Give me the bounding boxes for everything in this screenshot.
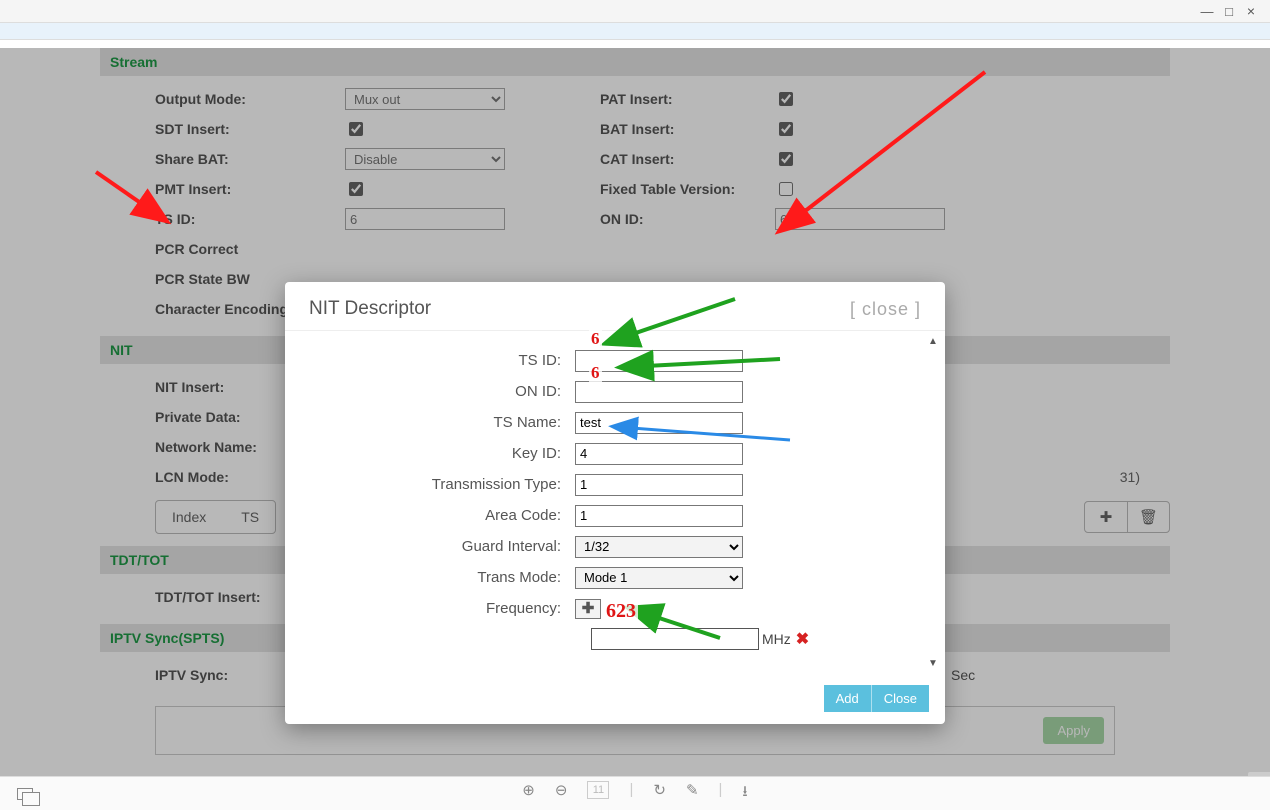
modal-on-id-label: ON ID: <box>315 383 575 400</box>
modal-freq-unit: MHz <box>762 631 791 647</box>
modal-close-button[interactable]: Close <box>871 685 929 712</box>
modal-trans-mode-label: Trans Mode: <box>315 569 575 586</box>
window-minimize-icon[interactable]: — <box>1196 4 1218 19</box>
nit-descriptor-modal: NIT Descriptor [ close ] TS ID: ON ID: T… <box>285 282 945 724</box>
modal-close-link[interactable]: [ close ] <box>850 299 921 320</box>
zoom-out-icon[interactable]: ⊖ <box>555 781 568 806</box>
edit-icon[interactable]: ✎ <box>686 781 699 806</box>
modal-ts-name-label: TS Name: <box>315 414 575 431</box>
modal-key-id-label: Key ID: <box>315 445 575 462</box>
modal-ts-id-label: TS ID: <box>315 352 575 369</box>
content-area: Stream Output Mode: Mux out PAT Insert: … <box>0 48 1270 784</box>
modal-title: NIT Descriptor <box>309 298 431 320</box>
scroll-down-icon[interactable]: ▼ <box>927 659 939 671</box>
modal-trans-type-input[interactable] <box>575 474 743 496</box>
window-titlebar: — □ × <box>0 0 1270 22</box>
scroll-up-icon[interactable]: ▲ <box>927 337 939 349</box>
modal-on-id-input[interactable] <box>575 381 743 403</box>
modal-key-id-input[interactable] <box>575 443 743 465</box>
download-icon[interactable]: ⭳ <box>742 781 747 806</box>
window-close-icon[interactable]: × <box>1240 3 1262 19</box>
reload-icon[interactable]: ↻ <box>653 781 666 806</box>
modal-add-button[interactable]: Add <box>824 685 871 712</box>
tab-strip <box>0 22 1270 40</box>
modal-trans-mode-select[interactable]: Mode 1 <box>575 567 743 589</box>
modal-scrollbar[interactable]: ▲ ▼ <box>927 337 939 671</box>
toolbar-separator: | <box>629 781 633 806</box>
zoom-in-icon[interactable]: ⊕ <box>522 781 535 806</box>
modal-guard-select[interactable]: 1/32 <box>575 536 743 558</box>
modal-freq-label: Frequency: <box>315 600 575 617</box>
modal-guard-label: Guard Interval: <box>315 538 575 555</box>
modal-freq-input[interactable] <box>591 628 759 650</box>
modal-freq-add-icon[interactable]: ✚ <box>575 599 601 619</box>
page-indicator: 11 <box>587 781 609 799</box>
screens-icon[interactable] <box>17 788 33 800</box>
footer-toolbar: ⊕ ⊖ 11 | ↻ ✎ | ⭳ <box>0 776 1270 810</box>
modal-trans-type-label: Transmission Type: <box>315 476 575 493</box>
modal-ts-name-input[interactable] <box>575 412 743 434</box>
modal-freq-remove-icon[interactable]: ✖ <box>796 629 809 649</box>
modal-ts-id-input[interactable] <box>575 350 743 372</box>
modal-area-code-input[interactable] <box>575 505 743 527</box>
window-maximize-icon[interactable]: □ <box>1218 4 1240 19</box>
modal-area-code-label: Area Code: <box>315 507 575 524</box>
toolbar-separator: | <box>719 781 723 806</box>
